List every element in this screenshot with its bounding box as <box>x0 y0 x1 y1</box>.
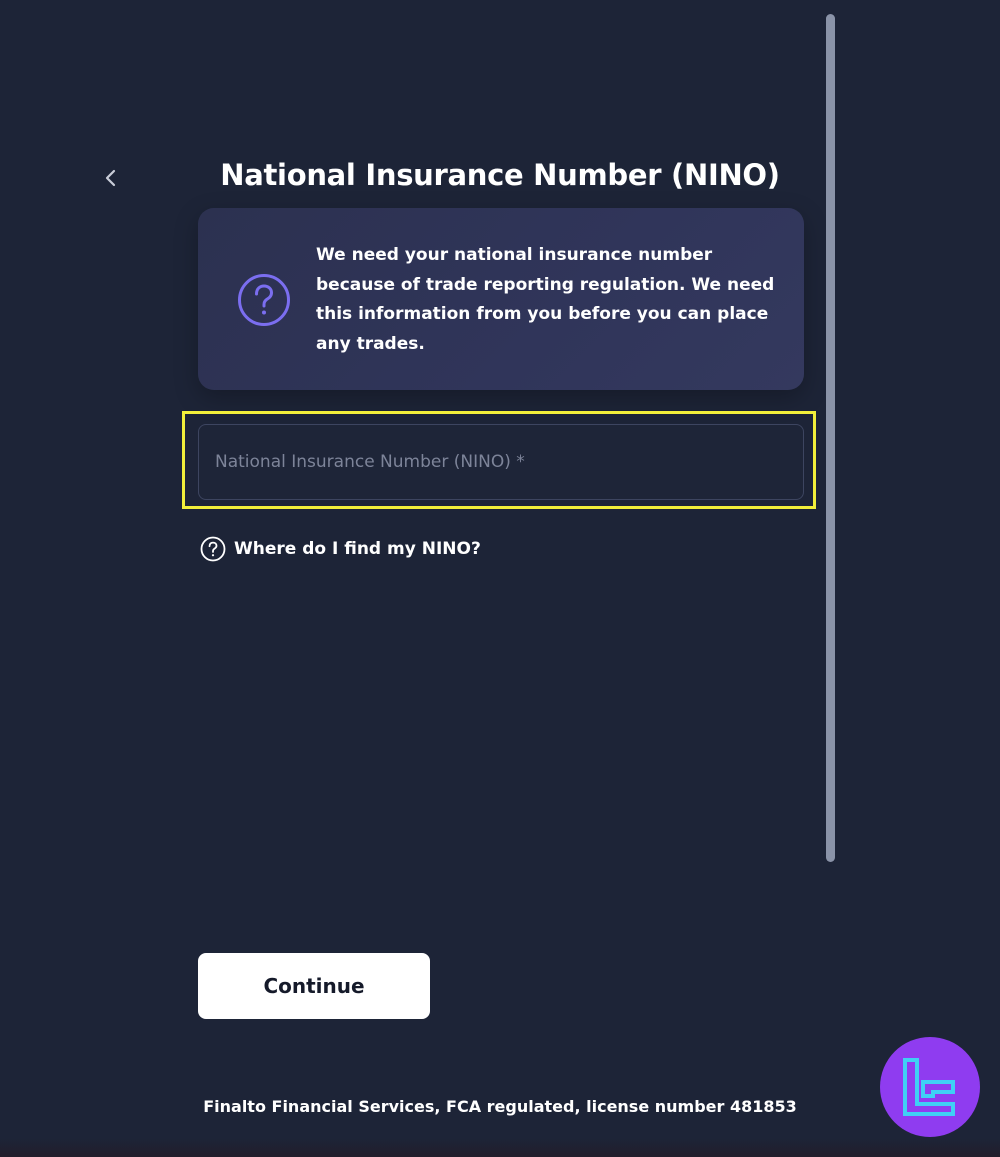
brand-logo <box>880 1037 980 1137</box>
info-card: We need your national insurance number b… <box>198 208 804 390</box>
page-title: National Insurance Number (NINO) <box>220 158 780 192</box>
question-circle-icon <box>238 274 290 326</box>
info-card-text: We need your national insurance number b… <box>316 245 775 354</box>
help-link-label: Where do I find my NINO? <box>234 539 481 559</box>
scrollbar-thumb[interactable] <box>826 14 835 862</box>
question-circle-icon <box>200 536 226 562</box>
bottom-band <box>0 1139 1000 1157</box>
where-find-nino-link[interactable]: Where do I find my NINO? <box>200 535 481 563</box>
nino-page: National Insurance Number (NINO) We need… <box>0 0 1000 1157</box>
continue-button[interactable]: Continue <box>198 953 430 1019</box>
nino-input[interactable] <box>198 424 804 500</box>
brand-logo-icon <box>903 1058 955 1116</box>
footer-text: Finalto Financial Services, FCA regulate… <box>203 1097 797 1116</box>
